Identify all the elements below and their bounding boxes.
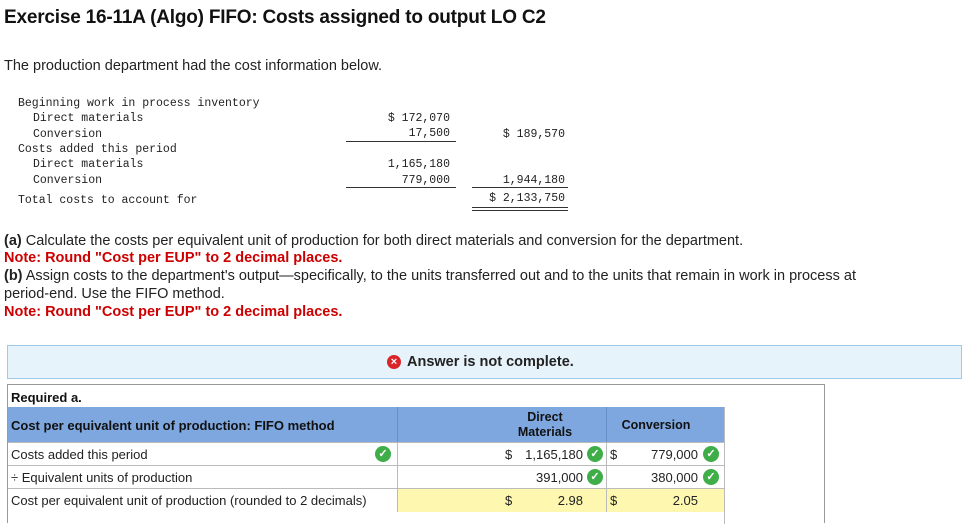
conv-cost-per-eup-input[interactable]: 2.05	[618, 493, 698, 508]
added-conv-label: Conversion	[33, 174, 103, 187]
total-label: Total costs to account for	[18, 194, 198, 207]
table-right-border	[724, 407, 725, 524]
incomplete-x-icon: ×	[387, 355, 401, 369]
dm-eup-input[interactable]: 391,000	[508, 470, 583, 485]
correct-check-icon: ✓	[703, 446, 719, 462]
column-header-direct-materials: Direct Materials	[501, 410, 589, 440]
added-dm-label: Direct materials	[33, 158, 144, 171]
total-value: $ 2,133,750	[489, 192, 565, 205]
answer-status-banner: × Answer is not complete.	[7, 345, 962, 379]
bwip-dm-value: $ 172,070	[387, 112, 450, 125]
conv-dollar-sign: $	[610, 493, 618, 508]
table-row: Costs added this period ✓ $ 1,165,180 ✓ …	[8, 442, 724, 466]
bwip-conv-label: Conversion	[33, 128, 103, 141]
row-label: ÷ Equivalent units of production	[11, 470, 193, 485]
added-dm-value: 1,165,180	[387, 158, 450, 171]
bwip-conv-value: 17,500	[408, 127, 450, 140]
underline	[346, 141, 456, 142]
bwip-total: $ 189,570	[502, 128, 565, 141]
question-b-text: Assign costs to the department's output—…	[22, 268, 856, 284]
question-a-note: Note: Round "Cost per EUP" to 2 decimal …	[4, 250, 343, 266]
question-a-text: Calculate the costs per equivalent unit …	[21, 233, 744, 249]
correct-check-icon: ✓	[587, 469, 603, 485]
column-divider	[606, 466, 607, 489]
table-row: ÷ Equivalent units of production 391,000…	[8, 465, 724, 489]
underline	[346, 187, 456, 188]
row-label: Costs added this period	[11, 447, 148, 462]
conv-dollar-sign: $	[610, 447, 618, 462]
column-divider	[606, 489, 607, 512]
question-b: (b) Assign costs to the department's out…	[4, 267, 856, 285]
column-divider	[397, 489, 398, 512]
question-b-text-2: period-end. Use the FIFO method.	[4, 286, 225, 302]
question-a-label: (a)	[4, 233, 22, 249]
correct-check-icon: ✓	[703, 469, 719, 485]
required-a-label: Required a.	[11, 390, 82, 405]
intro-text: The production department had the cost i…	[4, 58, 383, 74]
table-header: Cost per equivalent unit of production: …	[8, 407, 724, 442]
column-header-dm-line2: Materials	[517, 425, 573, 439]
table-header-label: Cost per equivalent unit of production: …	[11, 418, 335, 433]
underline	[472, 187, 568, 188]
beginning-wip-label: Beginning work in process inventory	[18, 97, 260, 110]
dm-costs-added-input[interactable]: 1,165,180	[508, 447, 583, 462]
question-a: (a) Calculate the costs per equivalent u…	[4, 232, 743, 250]
column-divider	[606, 443, 607, 466]
table-row: Cost per equivalent unit of production (…	[8, 488, 724, 512]
answer-table: Required a. Cost per equivalent unit of …	[7, 384, 825, 524]
column-header-dm-line1: Direct	[527, 410, 563, 424]
dm-cost-per-eup-input[interactable]: 2.98	[508, 493, 583, 508]
added-total: 1,944,180	[502, 174, 565, 187]
row-label: Cost per equivalent unit of production (…	[11, 493, 367, 508]
answer-status-text: Answer is not complete.	[407, 354, 574, 370]
question-b-label: (b)	[4, 268, 23, 284]
column-divider	[606, 407, 607, 442]
column-divider	[397, 407, 398, 442]
added-conv-value: 779,000	[401, 174, 450, 187]
bwip-dm-label: Direct materials	[33, 112, 144, 125]
column-divider	[397, 443, 398, 466]
conv-eup-input[interactable]: 380,000	[618, 470, 698, 485]
added-label: Costs added this period	[18, 143, 177, 156]
cost-information-block: Beginning work in process inventory Dire…	[0, 96, 600, 216]
conv-costs-added-input[interactable]: 779,000	[618, 447, 698, 462]
correct-check-icon: ✓	[375, 446, 391, 462]
column-header-conversion: Conversion	[621, 418, 691, 432]
answer-status-message: × Answer is not complete.	[387, 354, 574, 370]
page-title: Exercise 16-11A (Algo) FIFO: Costs assig…	[4, 7, 546, 28]
question-b-note: Note: Round "Cost per EUP" to 2 decimal …	[4, 304, 343, 320]
column-divider	[397, 466, 398, 489]
correct-check-icon: ✓	[587, 446, 603, 462]
double-underline	[472, 207, 568, 211]
